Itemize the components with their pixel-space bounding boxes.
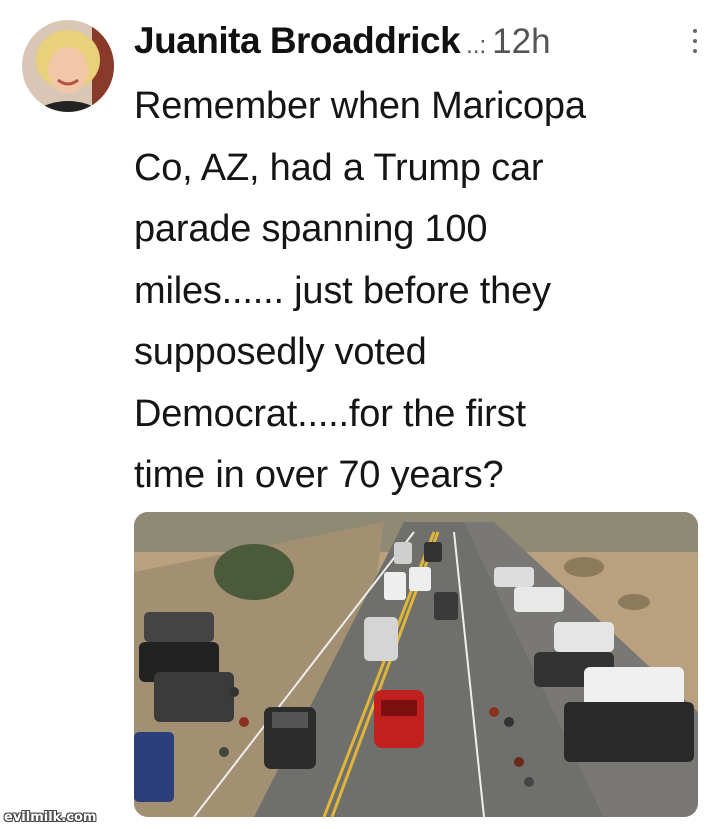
car-parade-photo: [134, 512, 698, 817]
more-options-icon[interactable]: [690, 26, 700, 56]
handle-truncated[interactable]: ..:: [466, 32, 486, 60]
tweet-timestamp[interactable]: 12h: [492, 22, 550, 62]
site-watermark: evilmilk.com: [4, 810, 97, 825]
tweet-header: Juanita Broaddrick ..: 12h: [134, 20, 702, 62]
author-avatar[interactable]: [22, 20, 114, 112]
avatar-photo: [22, 20, 114, 112]
tweet-media[interactable]: [134, 512, 698, 817]
tweet-text: Remember when Maricopa Co, AZ, had a Tru…: [134, 85, 586, 496]
author-name[interactable]: Juanita Broaddrick: [134, 20, 461, 62]
